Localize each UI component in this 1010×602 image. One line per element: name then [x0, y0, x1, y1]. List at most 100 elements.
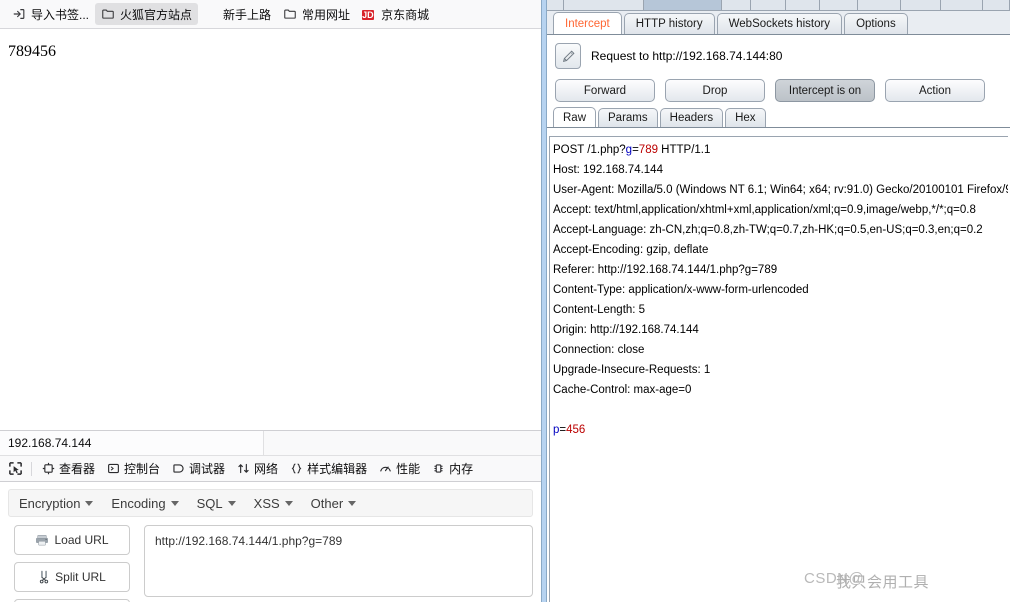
burp-raw-request-editor[interactable]: POST /1.php?g=789 HTTP/1.1 Host: 192.168.… [549, 136, 1008, 602]
raw-line-5: Accept-Encoding: gzip, deflate [553, 240, 1008, 260]
burp-main-tab-3[interactable] [721, 0, 752, 10]
devtools-tab-network-label: 网络 [254, 462, 279, 476]
raw-line-10: Connection: close [553, 340, 1008, 360]
burp-suite-window: Intercept HTTP history WebSockets history O… [547, 0, 1010, 602]
load-url-icon [35, 534, 49, 546]
burp-subtab-intercept[interactable]: Intercept [553, 12, 622, 34]
burp-main-tab-6[interactable] [819, 0, 858, 10]
raw-text: Connection: close [553, 344, 645, 356]
devtools-tab-debugger[interactable]: 调试器 [166, 458, 231, 480]
raw-line-0: POST /1.php?g=789 HTTP/1.1 [553, 140, 1008, 160]
split-url-icon [38, 570, 50, 584]
hackbar-menu-encryption[interactable]: Encryption [19, 496, 94, 511]
devtools-toolbar: 查看器 控制台 调试器 网络 样式编辑器 性能 内存 [0, 456, 541, 482]
hackbar-menu-encoding[interactable]: Encoding [111, 495, 179, 511]
load-url-button[interactable]: Load URL [14, 525, 130, 555]
devtools-tab-network[interactable]: 网络 [231, 458, 284, 480]
burp-viewtab-params[interactable]: Params [598, 108, 658, 127]
burp-button-forward[interactable]: Forward [555, 79, 655, 102]
hackbar-menu-sql[interactable]: SQL [197, 496, 236, 511]
pencil-icon[interactable] [555, 43, 581, 69]
burp-message-view-tabstrip: Raw Params Headers Hex [547, 102, 1010, 128]
hackbar-menu-label: XSS [253, 495, 280, 511]
burp-request-title: Request to http://192.168.74.144:80 [591, 49, 783, 63]
jd-icon: JD [362, 10, 374, 20]
split-url-button[interactable]: Split URL [14, 562, 130, 592]
burp-subtab-websockets-history[interactable]: WebSockets history [716, 13, 843, 34]
raw-text: HTTP/1.1 [657, 144, 711, 156]
url-input[interactable]: http://192.168.74.144/1.php?g=789 [144, 525, 533, 597]
burp-proxy-tabstrip: Intercept HTTP history WebSockets history O… [547, 11, 1010, 35]
burp-viewtab-raw[interactable]: Raw [553, 107, 597, 127]
raw-line-3: Accept: text/html,application/xhtml+xml,… [553, 200, 1008, 220]
firefox-icon [204, 7, 218, 21]
burp-main-tab-10[interactable] [982, 0, 1010, 10]
import-bookmarks-icon [12, 7, 26, 21]
raw-text: Accept-Language: zh-CN,zh;q=0.8,zh-TW;q=… [553, 224, 983, 236]
devtools-document-tab-label: 192.168.74.144 [8, 436, 92, 450]
burp-button-drop[interactable]: Drop [665, 79, 765, 102]
burp-button-intercept-is-on[interactable]: Intercept is on [775, 79, 875, 102]
burp-subtab-http-history[interactable]: HTTP history [623, 13, 715, 34]
hackbar-menu-other[interactable]: Other [311, 496, 357, 511]
devtools-tab-performance-label: 性能 [396, 462, 421, 476]
bookmark-item-4[interactable]: JD 京东商城 [356, 3, 435, 25]
screen-root: 导入书签... 火狐官方站点 新手上路 常用网址 JD 京东商城 789456 192.1… [0, 0, 1010, 602]
raw-text: Upgrade-Insecure-Requests: 1 [553, 364, 711, 376]
burp-intercept-panel: Request to http://192.168.74.144:80 Forw… [547, 35, 1010, 128]
console-icon [107, 462, 120, 475]
param-value-token: 456 [566, 424, 586, 436]
inspector-icon [42, 462, 55, 475]
raw-line-2: User-Agent: Mozilla/5.0 (Windows NT 6.1;… [553, 180, 1008, 200]
bookmark-item-1[interactable]: 火狐官方站点 [95, 3, 199, 25]
chevron-down-icon [85, 500, 94, 506]
raw-line-8: Content-Length: 5 [553, 300, 1008, 320]
burp-viewtab-headers[interactable]: Headers [659, 108, 724, 127]
burp-main-tab-7[interactable] [857, 0, 901, 10]
raw-text: Origin: http://192.168.74.144 [553, 324, 699, 336]
bookmark-item-label: 常用网址 [302, 7, 351, 22]
folder-icon [101, 7, 115, 21]
devtools-tab-console[interactable]: 控制台 [101, 458, 166, 480]
burp-main-tab-2[interactable] [643, 0, 722, 10]
network-icon [237, 462, 250, 475]
bookmark-item-2[interactable]: 新手上路 [198, 3, 277, 25]
devtools-document-tab[interactable]: 192.168.74.144 [0, 431, 264, 455]
hackbar-menu-label: Encoding [111, 495, 166, 511]
devtools-tab-style-editor[interactable]: 样式编辑器 [284, 458, 373, 480]
burp-main-tab-1[interactable] [564, 0, 644, 10]
raw-line-12: Cache-Control: max-age=0 [553, 380, 1008, 400]
burp-main-tab-5[interactable] [786, 0, 820, 10]
burp-main-tab-9[interactable] [941, 0, 983, 10]
devtools-tab-inspector[interactable]: 查看器 [36, 458, 101, 480]
page-body-text: 789456 [8, 43, 56, 60]
burp-button-action[interactable]: Action [885, 79, 985, 102]
bookmark-item-3[interactable]: 常用网址 [277, 3, 356, 25]
style-editor-icon [290, 462, 303, 475]
hackbar-menu-xss[interactable]: XSS [254, 496, 293, 511]
devtools-tab-memory-label: 内存 [449, 462, 474, 476]
element-picker-icon[interactable] [3, 458, 27, 480]
devtools-tab-performance[interactable]: 性能 [373, 458, 426, 480]
performance-icon [379, 462, 392, 475]
raw-line-1: Host: 192.168.74.144 [553, 160, 1008, 180]
bookmark-item-label: 京东商城 [381, 7, 430, 22]
devtools-tab-style-editor-label: 样式编辑器 [307, 462, 368, 476]
memory-icon [432, 462, 445, 475]
raw-text: Host: 192.168.74.144 [553, 164, 663, 176]
raw-line-9: Origin: http://192.168.74.144 [553, 320, 1008, 340]
param-value-token: 789 [638, 144, 658, 156]
load-url-button-label: Load URL [54, 533, 109, 547]
burp-main-tab-0[interactable] [547, 0, 565, 10]
split-url-button-label: Split URL [55, 570, 106, 584]
raw-text: Content-Length: 5 [553, 304, 646, 316]
burp-viewtab-hex[interactable]: Hex [725, 108, 766, 127]
bookmark-item-0[interactable]: 导入书签... [6, 3, 95, 25]
burp-subtab-options[interactable]: Options [844, 13, 908, 34]
burp-main-tab-8[interactable] [900, 0, 942, 10]
raw-text: Cache-Control: max-age=0 [553, 384, 692, 396]
devtools-tab-console-label: 控制台 [124, 462, 161, 476]
burp-main-tab-4[interactable] [751, 0, 787, 10]
debugger-icon [172, 462, 185, 475]
devtools-tab-memory[interactable]: 内存 [426, 458, 479, 480]
